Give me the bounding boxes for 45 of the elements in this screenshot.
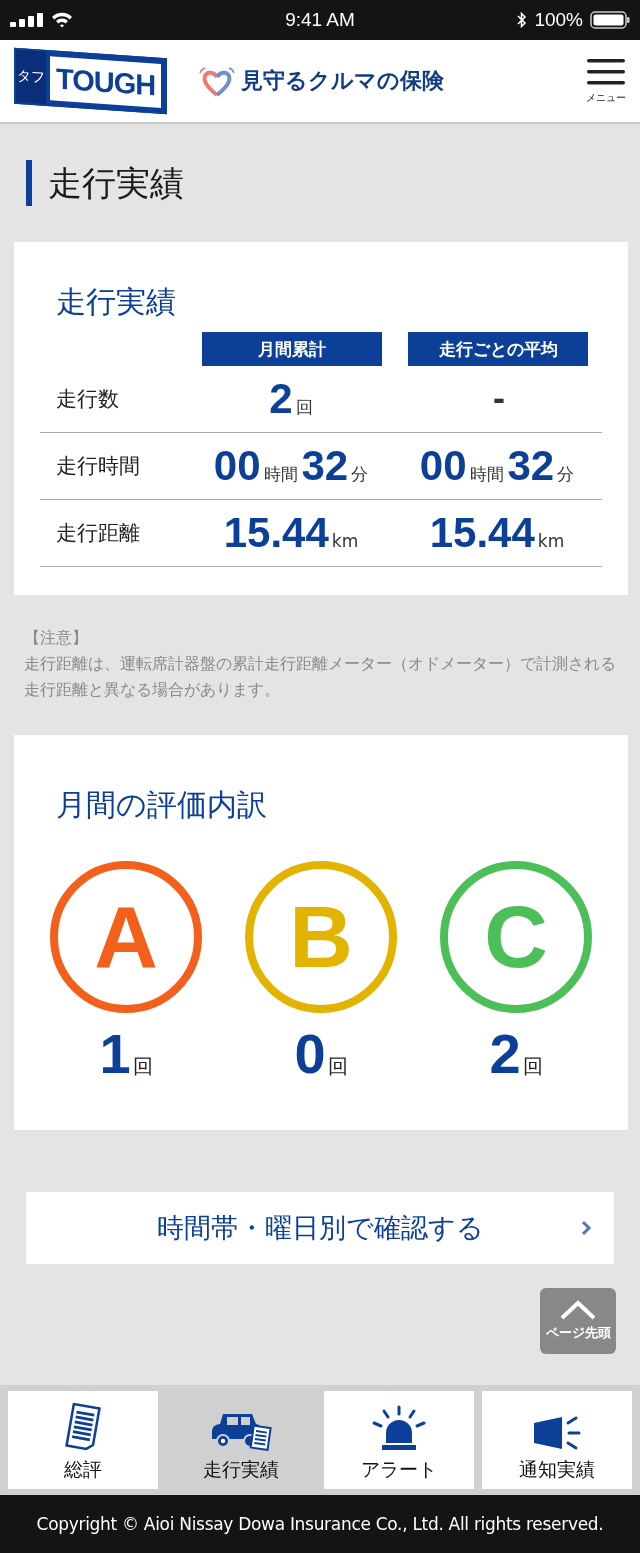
- table-cell-text: 15.44 km: [222, 509, 360, 557]
- table-cell-text: -: [491, 381, 507, 417]
- page-top-button[interactable]: ページ先頭: [540, 1288, 616, 1354]
- table-cell-text: 15.44 km: [428, 509, 566, 557]
- car-icon: [210, 1411, 272, 1451]
- column-header: 月間累計: [202, 332, 382, 366]
- time-weekday-button[interactable]: 時間帯・曜日別で確認する: [26, 1192, 614, 1264]
- card-title: 月間の評価内訳: [56, 786, 268, 824]
- grade-count: 1 回: [99, 1021, 153, 1086]
- grade-ring: C: [440, 861, 592, 1013]
- battery-percent: 100%: [534, 9, 583, 31]
- nav-tab[interactable]: 通知実績: [482, 1391, 632, 1489]
- tough-logo[interactable]: タフ TOUGH: [14, 47, 168, 115]
- heart-icon: [197, 65, 238, 97]
- grade-count: 2 回: [489, 1021, 543, 1086]
- menu-icon: [586, 57, 626, 87]
- grade-ring: A: [50, 861, 202, 1013]
- table-cell-text: 00 時間 32 分: [212, 442, 370, 490]
- beacon-icon: [371, 1405, 427, 1451]
- wifi-icon: [51, 12, 73, 28]
- megaphone-icon: [532, 1415, 582, 1451]
- card-title: 走行実績: [56, 283, 177, 321]
- menu-button[interactable]: メニュー: [586, 57, 626, 105]
- row-label: 走行距離: [55, 520, 141, 547]
- signal-icon: [10, 13, 44, 27]
- brand-tagline: 見守るクルマの保険: [241, 67, 445, 95]
- chevron-up-icon: [558, 1300, 598, 1320]
- nav-tab[interactable]: 総評: [8, 1391, 158, 1489]
- column-header: 走行ごとの平均: [408, 332, 588, 366]
- row-label: 走行時間: [55, 453, 141, 480]
- row-label: 走行数: [55, 386, 120, 413]
- grade-ring: B: [245, 861, 397, 1013]
- document-icon: [62, 1403, 104, 1451]
- table-cell-text: 2 回: [268, 375, 314, 423]
- nav-tab[interactable]: アラート: [324, 1391, 474, 1489]
- status-time: 9:41 AM: [285, 9, 355, 31]
- note-heading: 【注意】: [24, 627, 89, 649]
- copyright-text: Copyright © Aioi Nissay Dowa Insurance Co., Ltd. All rights reserved.: [36, 1514, 604, 1534]
- grade-count: 0 回: [294, 1021, 348, 1086]
- bluetooth-icon: [517, 12, 528, 28]
- note-text: 走行距離は、運転席計器盤の累計走行距離メーター（オドメーター）で計測される走行距離と異なる場合があります。: [24, 653, 617, 701]
- battery-icon: [590, 11, 630, 29]
- page-title: 走行実績: [26, 160, 628, 206]
- table-cell-text: 00 時間 32 分: [418, 442, 576, 490]
- chevron-right-icon: [580, 1220, 592, 1236]
